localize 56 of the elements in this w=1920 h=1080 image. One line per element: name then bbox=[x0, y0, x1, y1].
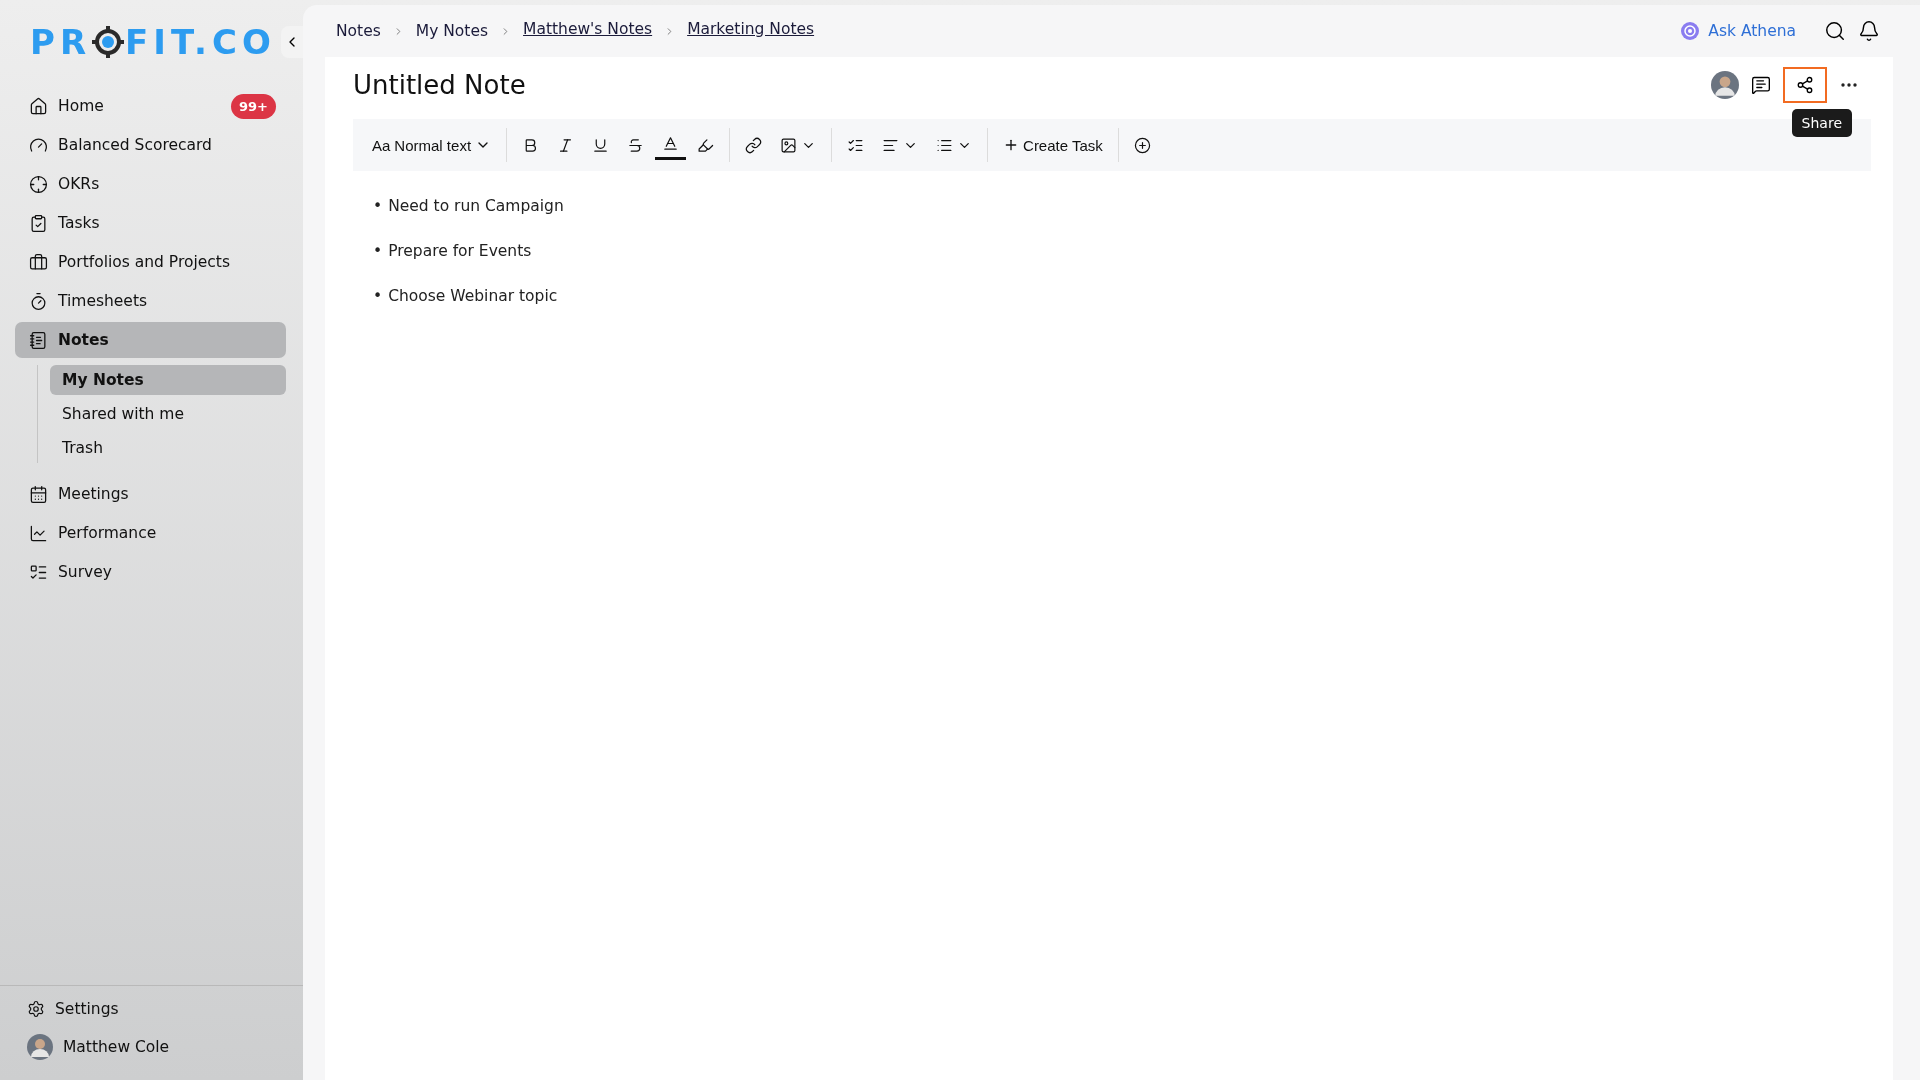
text-color-icon bbox=[662, 135, 680, 152]
bullet-marker: • bbox=[373, 242, 383, 260]
plus-circle-icon bbox=[1133, 136, 1151, 154]
target-icon bbox=[29, 174, 48, 194]
clipboard-icon bbox=[29, 213, 48, 233]
collapse-sidebar-button[interactable] bbox=[281, 26, 303, 58]
notification-badge: 99+ bbox=[231, 93, 276, 119]
collaborator-avatar bbox=[1711, 71, 1739, 99]
sidebar-subitem[interactable]: My Notes bbox=[50, 365, 286, 395]
share-tooltip: Share bbox=[1791, 109, 1852, 137]
bullet-marker: • bbox=[373, 287, 383, 305]
chart-icon bbox=[29, 523, 48, 543]
timer-icon bbox=[29, 291, 48, 311]
sidebar-item[interactable]: Portfolios and Projects bbox=[15, 244, 286, 280]
sidebar-item[interactable]: Home 99+ bbox=[15, 88, 286, 124]
sidebar-item[interactable]: Meetings bbox=[15, 476, 286, 512]
calendar-icon bbox=[29, 484, 48, 504]
bullet-item: Prepare for Events bbox=[388, 242, 532, 260]
underline-icon bbox=[592, 136, 610, 154]
notepad-icon bbox=[29, 330, 48, 350]
create-task-button[interactable]: Create Task bbox=[996, 128, 1110, 162]
settings-link[interactable]: Settings bbox=[55, 1000, 119, 1018]
image-icon bbox=[780, 136, 798, 154]
ask-athena-link[interactable]: Ask Athena bbox=[1680, 21, 1796, 41]
sidebar-subitem[interactable]: Trash bbox=[50, 433, 286, 463]
notifications-icon[interactable] bbox=[1858, 20, 1880, 42]
note-title[interactable]: Untitled Note bbox=[353, 70, 1711, 100]
home-icon bbox=[29, 96, 48, 116]
bullet-item: Need to run Campaign bbox=[388, 197, 564, 215]
settings-icon[interactable] bbox=[27, 1000, 45, 1018]
sidebar-item[interactable]: Balanced Scorecard bbox=[15, 127, 286, 163]
comment-icon bbox=[1751, 75, 1771, 95]
sidebar-subitem[interactable]: Shared with me bbox=[50, 399, 286, 429]
bullet-marker: • bbox=[373, 197, 383, 215]
share-icon bbox=[1796, 76, 1814, 94]
strikethrough-icon bbox=[627, 136, 645, 154]
bullet-item: Choose Webinar topic bbox=[388, 287, 558, 305]
breadcrumb-link[interactable]: Matthew's Notes bbox=[523, 19, 653, 38]
sidebar-item[interactable]: Notes bbox=[15, 322, 286, 358]
briefcase-icon bbox=[29, 252, 48, 272]
breadcrumb-link[interactable]: Marketing Notes bbox=[687, 19, 815, 38]
sidebar-item[interactable]: OKRs bbox=[15, 166, 286, 202]
text-style-dropdown[interactable]: Aa Normal text bbox=[365, 128, 499, 162]
search-icon[interactable] bbox=[1824, 20, 1846, 42]
user-avatar bbox=[27, 1034, 53, 1060]
breadcrumb-item[interactable]: Notes bbox=[336, 22, 381, 40]
highlighter-icon bbox=[697, 136, 715, 154]
share-button[interactable] bbox=[1783, 67, 1827, 103]
sidebar-item[interactable]: Timesheets bbox=[15, 283, 286, 319]
sidebar-item[interactable]: Survey bbox=[15, 554, 286, 590]
sidebar-item[interactable]: Tasks bbox=[15, 205, 286, 241]
breadcrumb-item[interactable]: My Notes bbox=[415, 22, 489, 40]
sidebar-item[interactable]: Performance bbox=[15, 515, 286, 551]
link-icon bbox=[745, 136, 763, 154]
user-name[interactable]: Matthew Cole bbox=[63, 1038, 170, 1056]
ellipsis-icon bbox=[1841, 83, 1857, 87]
